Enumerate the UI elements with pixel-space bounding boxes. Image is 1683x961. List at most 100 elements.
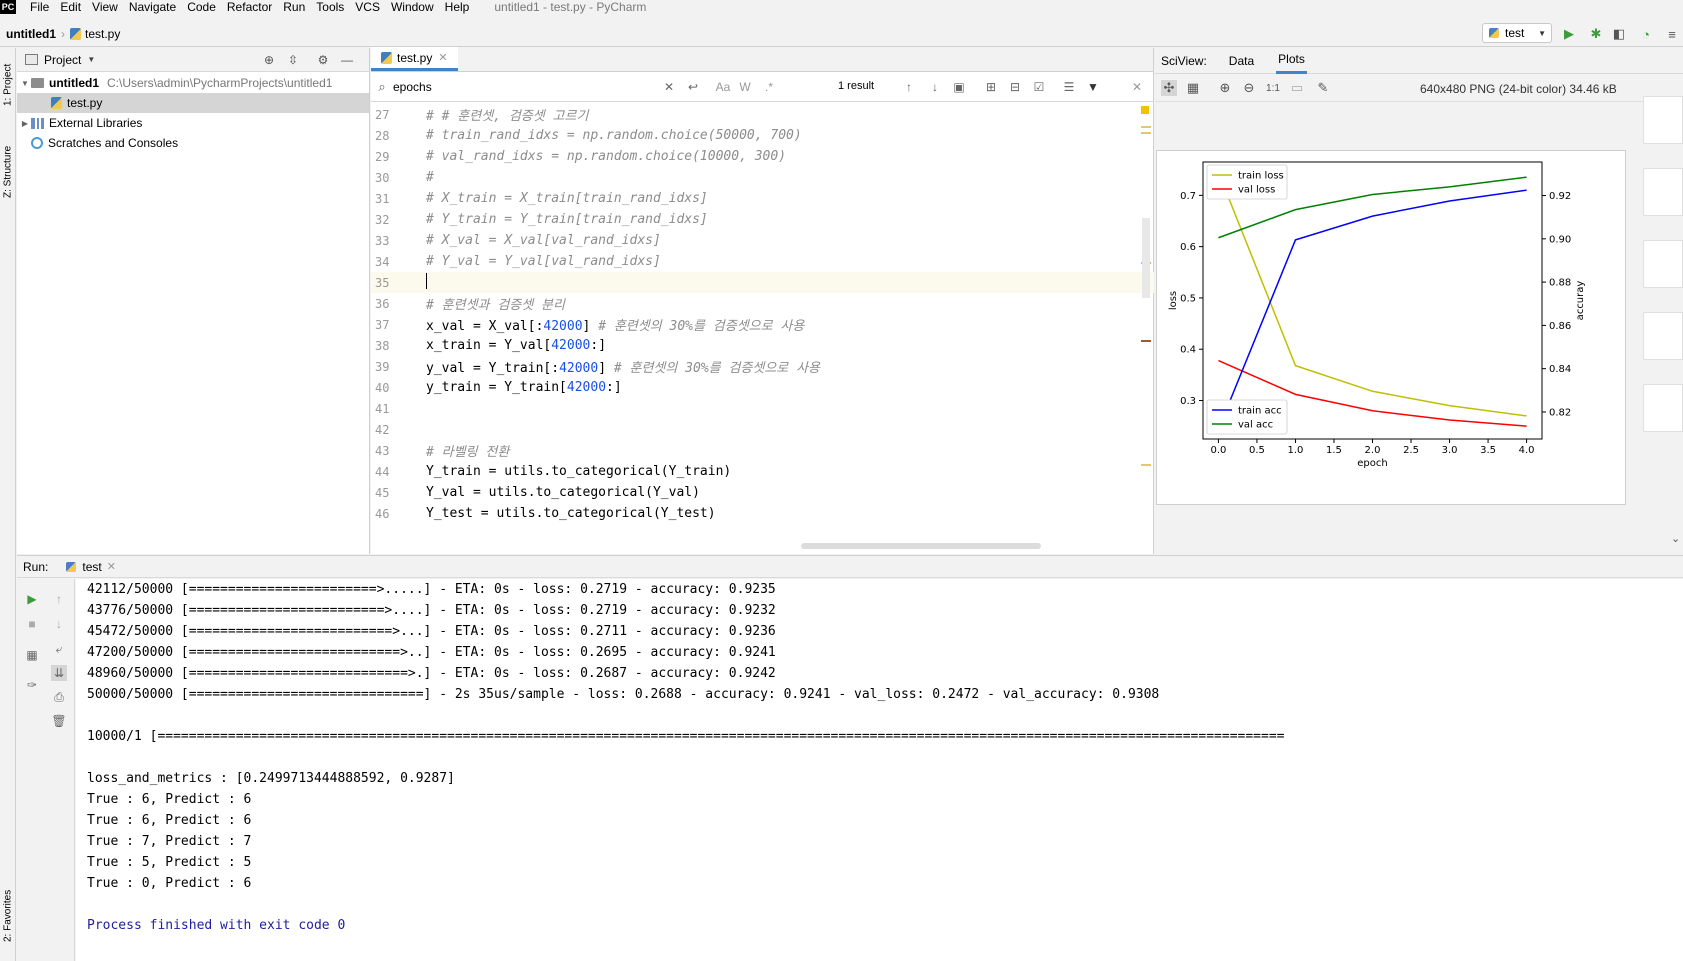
code-line[interactable]: 32 # Y_train = Y_train[train_rand_idxs] <box>371 209 1154 230</box>
soft-wrap-icon[interactable]: ⤶ <box>51 641 67 657</box>
code-line[interactable]: 38 x_train = Y_val[42000:] <box>371 335 1154 356</box>
code-line[interactable]: 34 # Y_val = Y_val[val_rand_idxs] <box>371 251 1154 272</box>
zoom-in-icon[interactable]: ⊕ <box>1217 80 1233 96</box>
tree-item-test-py[interactable]: test.py <box>17 93 369 113</box>
code-line[interactable]: 45 Y_val = utils.to_categorical(Y_val) <box>371 482 1154 503</box>
horizontal-scrollbar[interactable] <box>801 543 1041 549</box>
menu-help[interactable]: Help <box>445 0 470 14</box>
menu-run[interactable]: Run <box>283 0 305 14</box>
structure-tool-tab[interactable]: Z: Structure <box>0 136 16 208</box>
menu-vcs[interactable]: VCS <box>355 0 380 14</box>
search-match-marker[interactable] <box>1141 126 1151 128</box>
close-find-icon[interactable]: ✕ <box>1129 79 1145 95</box>
tab-run-test[interactable]: test ✕ <box>66 560 116 574</box>
stop-icon[interactable]: ■ <box>24 616 40 632</box>
code-line[interactable]: 28 # train_rand_idxs = np.random.choice(5… <box>371 125 1154 146</box>
plot-image[interactable]: 0.0 0.5 1.0 1.5 2.0 2.5 3.0 3.5 4.0 0.3 0.4 0.5 0.6 0… <box>1156 150 1626 505</box>
print-icon[interactable]: ⎙ <box>51 689 67 705</box>
more-actions-icon[interactable]: ≡ <box>1664 26 1680 42</box>
code-line[interactable]: 46 Y_test = utils.to_categorical(Y_test) <box>371 503 1154 524</box>
code-line[interactable]: 40 y_train = Y_train[42000:] <box>371 377 1154 398</box>
menu-edit[interactable]: Edit <box>60 0 81 14</box>
tree-item-untitled1[interactable]: ▼ untitled1 C:\Users\admin\PycharmProjec… <box>17 73 369 93</box>
menu-code[interactable]: Code <box>187 0 216 14</box>
tab-data[interactable]: Data <box>1227 54 1256 68</box>
plot-thumbnail[interactable] <box>1643 96 1683 144</box>
menu-window[interactable]: Window <box>391 0 434 14</box>
code-line[interactable]: 31 # X_train = X_train[train_rand_idxs] <box>371 188 1154 209</box>
menu-tools[interactable]: Tools <box>316 0 344 14</box>
next-occurrence-icon[interactable]: ↓ <box>927 79 943 95</box>
code-line[interactable]: 36 # 훈련셋과 검증셋 분리 <box>371 293 1154 314</box>
hide-panel-icon[interactable]: — <box>339 52 355 68</box>
run-configuration-select[interactable]: test ▼ <box>1482 23 1552 43</box>
select-all-icon[interactable]: ☑ <box>1031 79 1047 95</box>
locate-file-icon[interactable]: ⊕ <box>261 52 277 68</box>
filter-icon[interactable]: ▼ <box>1085 79 1101 95</box>
grid-view-icon[interactable]: ▦ <box>1185 80 1201 96</box>
add-occurrence-icon[interactable]: ⊞ <box>983 79 999 95</box>
plot-thumbnail[interactable] <box>1643 384 1683 432</box>
warning-status-icon[interactable] <box>1141 106 1149 114</box>
regex-toggle[interactable]: .* <box>761 79 777 95</box>
search-input[interactable]: epochs <box>393 80 683 94</box>
chevron-down-icon[interactable]: ⌄ <box>1671 532 1680 545</box>
search-match-marker[interactable] <box>1141 464 1151 466</box>
menu-file[interactable]: File <box>30 0 49 14</box>
vertical-scrollbar[interactable] <box>1142 218 1150 298</box>
pin-icon[interactable]: ✑ <box>24 677 40 693</box>
run-icon[interactable]: ▶ <box>1561 26 1577 42</box>
run-with-coverage-icon[interactable]: ◧ <box>1611 26 1627 42</box>
expanded-arrow-icon[interactable]: ▼ <box>19 79 31 88</box>
trash-icon[interactable]: 🗑 <box>51 713 67 729</box>
code-line[interactable]: 35 <box>371 272 1154 293</box>
tab-test-py[interactable]: test.py ✕ <box>371 47 458 71</box>
code-line[interactable]: 42 <box>371 419 1154 440</box>
actual-size-button[interactable]: 1:1 <box>1265 80 1281 96</box>
favorites-tool-tab[interactable]: 2: Favorites <box>0 878 16 954</box>
previous-occurrence-icon[interactable]: ↑ <box>901 79 917 95</box>
color-picker-icon[interactable]: ✎ <box>1315 80 1331 96</box>
layout-icon[interactable]: ▦ <box>24 647 40 663</box>
new-line-icon[interactable]: ↩ <box>685 79 701 95</box>
code-area[interactable]: 27 # # 훈련셋, 검증셋 고르기 28 # train_rand_idxs = … <box>371 104 1154 554</box>
code-line[interactable]: 44 Y_train = utils.to_categorical(Y_train… <box>371 461 1154 482</box>
editor-marker-stripe[interactable] <box>1139 104 1153 554</box>
chevron-down-icon[interactable]: ▼ <box>87 55 95 64</box>
fit-to-window-icon[interactable]: ✣ <box>1161 80 1177 96</box>
menu-view[interactable]: View <box>92 0 118 14</box>
unselect-occurrence-icon[interactable]: ⊟ <box>1007 79 1023 95</box>
run-console[interactable]: 42112/50000 [========================>..… <box>76 579 1683 961</box>
words-toggle[interactable]: W <box>737 79 753 95</box>
code-line[interactable]: 29 # val_rand_idxs = np.random.choice(100… <box>371 146 1154 167</box>
menu-navigate[interactable]: Navigate <box>129 0 176 14</box>
tree-item-scratches[interactable]: Scratches and Consoles <box>17 133 369 153</box>
tab-plots[interactable]: Plots <box>1276 48 1307 74</box>
fit-zoom-icon[interactable]: ▭ <box>1289 80 1305 96</box>
code-line[interactable]: 41 <box>371 398 1154 419</box>
code-line[interactable]: 27 # # 훈련셋, 검증셋 고르기 <box>371 104 1154 125</box>
breadcrumb-file[interactable]: test.py <box>85 27 120 41</box>
profile-icon[interactable]: ◔ <box>1638 26 1654 42</box>
code-line[interactable]: 43 # 라벨링 전환 <box>371 440 1154 461</box>
plot-thumbnail[interactable] <box>1643 168 1683 216</box>
code-line[interactable]: 33 # X_val = X_val[val_rand_idxs] <box>371 230 1154 251</box>
tree-item-external-libraries[interactable]: ▶ External Libraries <box>17 113 369 133</box>
gear-icon[interactable]: ⚙ <box>315 52 331 68</box>
up-arrow-icon[interactable]: ↑ <box>51 591 67 607</box>
rerun-icon[interactable]: ▶ <box>24 591 40 607</box>
error-marker[interactable] <box>1141 340 1151 342</box>
collapsed-arrow-icon[interactable]: ▶ <box>19 119 31 128</box>
code-line[interactable]: 37 x_val = X_val[:42000] # 훈련셋의 30%를 검증셋으… <box>371 314 1154 335</box>
select-all-occurrences-icon[interactable]: ▣ <box>951 79 967 95</box>
breadcrumb-project[interactable]: untitled1 <box>6 27 56 41</box>
collapse-all-icon[interactable]: ⇳ <box>285 52 301 68</box>
close-icon[interactable]: ✕ <box>438 51 447 64</box>
down-arrow-icon[interactable]: ↓ <box>51 616 67 632</box>
zoom-out-icon[interactable]: ⊖ <box>1241 80 1257 96</box>
project-panel-title[interactable]: Project <box>44 53 81 67</box>
code-line[interactable]: 30 # <box>371 167 1154 188</box>
close-icon[interactable]: ✕ <box>107 560 116 573</box>
clear-search-icon[interactable]: ✕ <box>661 79 677 95</box>
scroll-to-end-icon[interactable]: ⇊ <box>51 665 67 681</box>
